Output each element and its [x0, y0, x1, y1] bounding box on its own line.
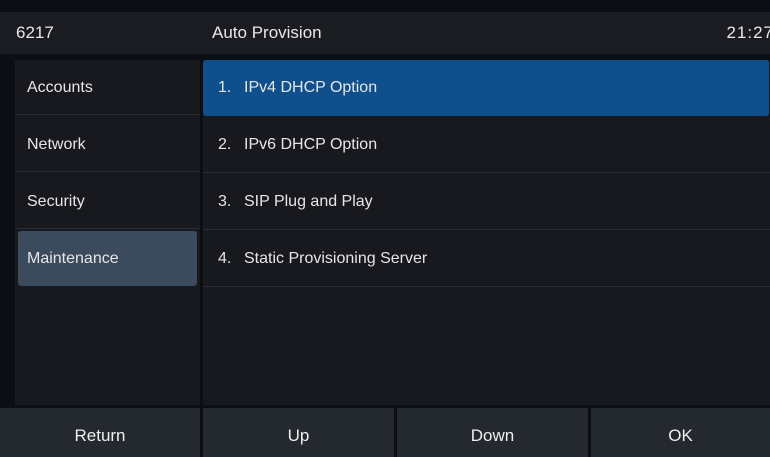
status-bar: 6217 Auto Provision 21:27 [0, 12, 770, 54]
option-ipv4-dhcp[interactable]: 1. IPv4 DHCP Option [203, 60, 769, 116]
phone-screen: 6217 Auto Provision 21:27 Accounts Netwo… [0, 0, 770, 457]
down-button[interactable]: Down [397, 408, 588, 457]
option-static-provisioning-server[interactable]: 4. Static Provisioning Server [203, 231, 770, 287]
sidebar-item-label: Accounts [27, 79, 93, 96]
option-number: 3. [218, 193, 232, 210]
ok-button[interactable]: OK [591, 408, 770, 457]
option-label: IPv4 DHCP Option [244, 79, 378, 96]
sidebar-item-maintenance[interactable]: Maintenance [18, 231, 197, 286]
clock: 21:27 [726, 23, 770, 42]
sidebar-item-label: Network [27, 136, 86, 153]
option-number: 1. [218, 79, 232, 96]
sidebar-item-network[interactable]: Network [15, 117, 200, 172]
option-number: 2. [218, 136, 232, 153]
sidebar: Accounts Network Security Maintenance [15, 60, 200, 405]
sidebar-item-label: Maintenance [27, 250, 119, 267]
option-sip-plug-and-play[interactable]: 3. SIP Plug and Play [203, 174, 770, 230]
return-button[interactable]: Return [0, 408, 200, 457]
option-ipv6-dhcp[interactable]: 2. IPv6 DHCP Option [203, 117, 770, 173]
up-button[interactable]: Up [203, 408, 394, 457]
option-label: Static Provisioning Server [244, 250, 428, 267]
option-label: SIP Plug and Play [244, 193, 373, 210]
softkey-bar: Return Up Down OK [0, 408, 770, 457]
page-title: Auto Provision [212, 23, 322, 42]
extension-number: 6217 [16, 23, 54, 42]
sidebar-item-security[interactable]: Security [15, 174, 200, 229]
sidebar-item-accounts[interactable]: Accounts [15, 60, 200, 115]
option-number: 4. [218, 250, 232, 267]
sidebar-item-label: Security [27, 193, 85, 210]
option-list: 1. IPv4 DHCP Option 2. IPv6 DHCP Option 3.… [203, 60, 770, 405]
option-label: IPv6 DHCP Option [244, 136, 378, 153]
